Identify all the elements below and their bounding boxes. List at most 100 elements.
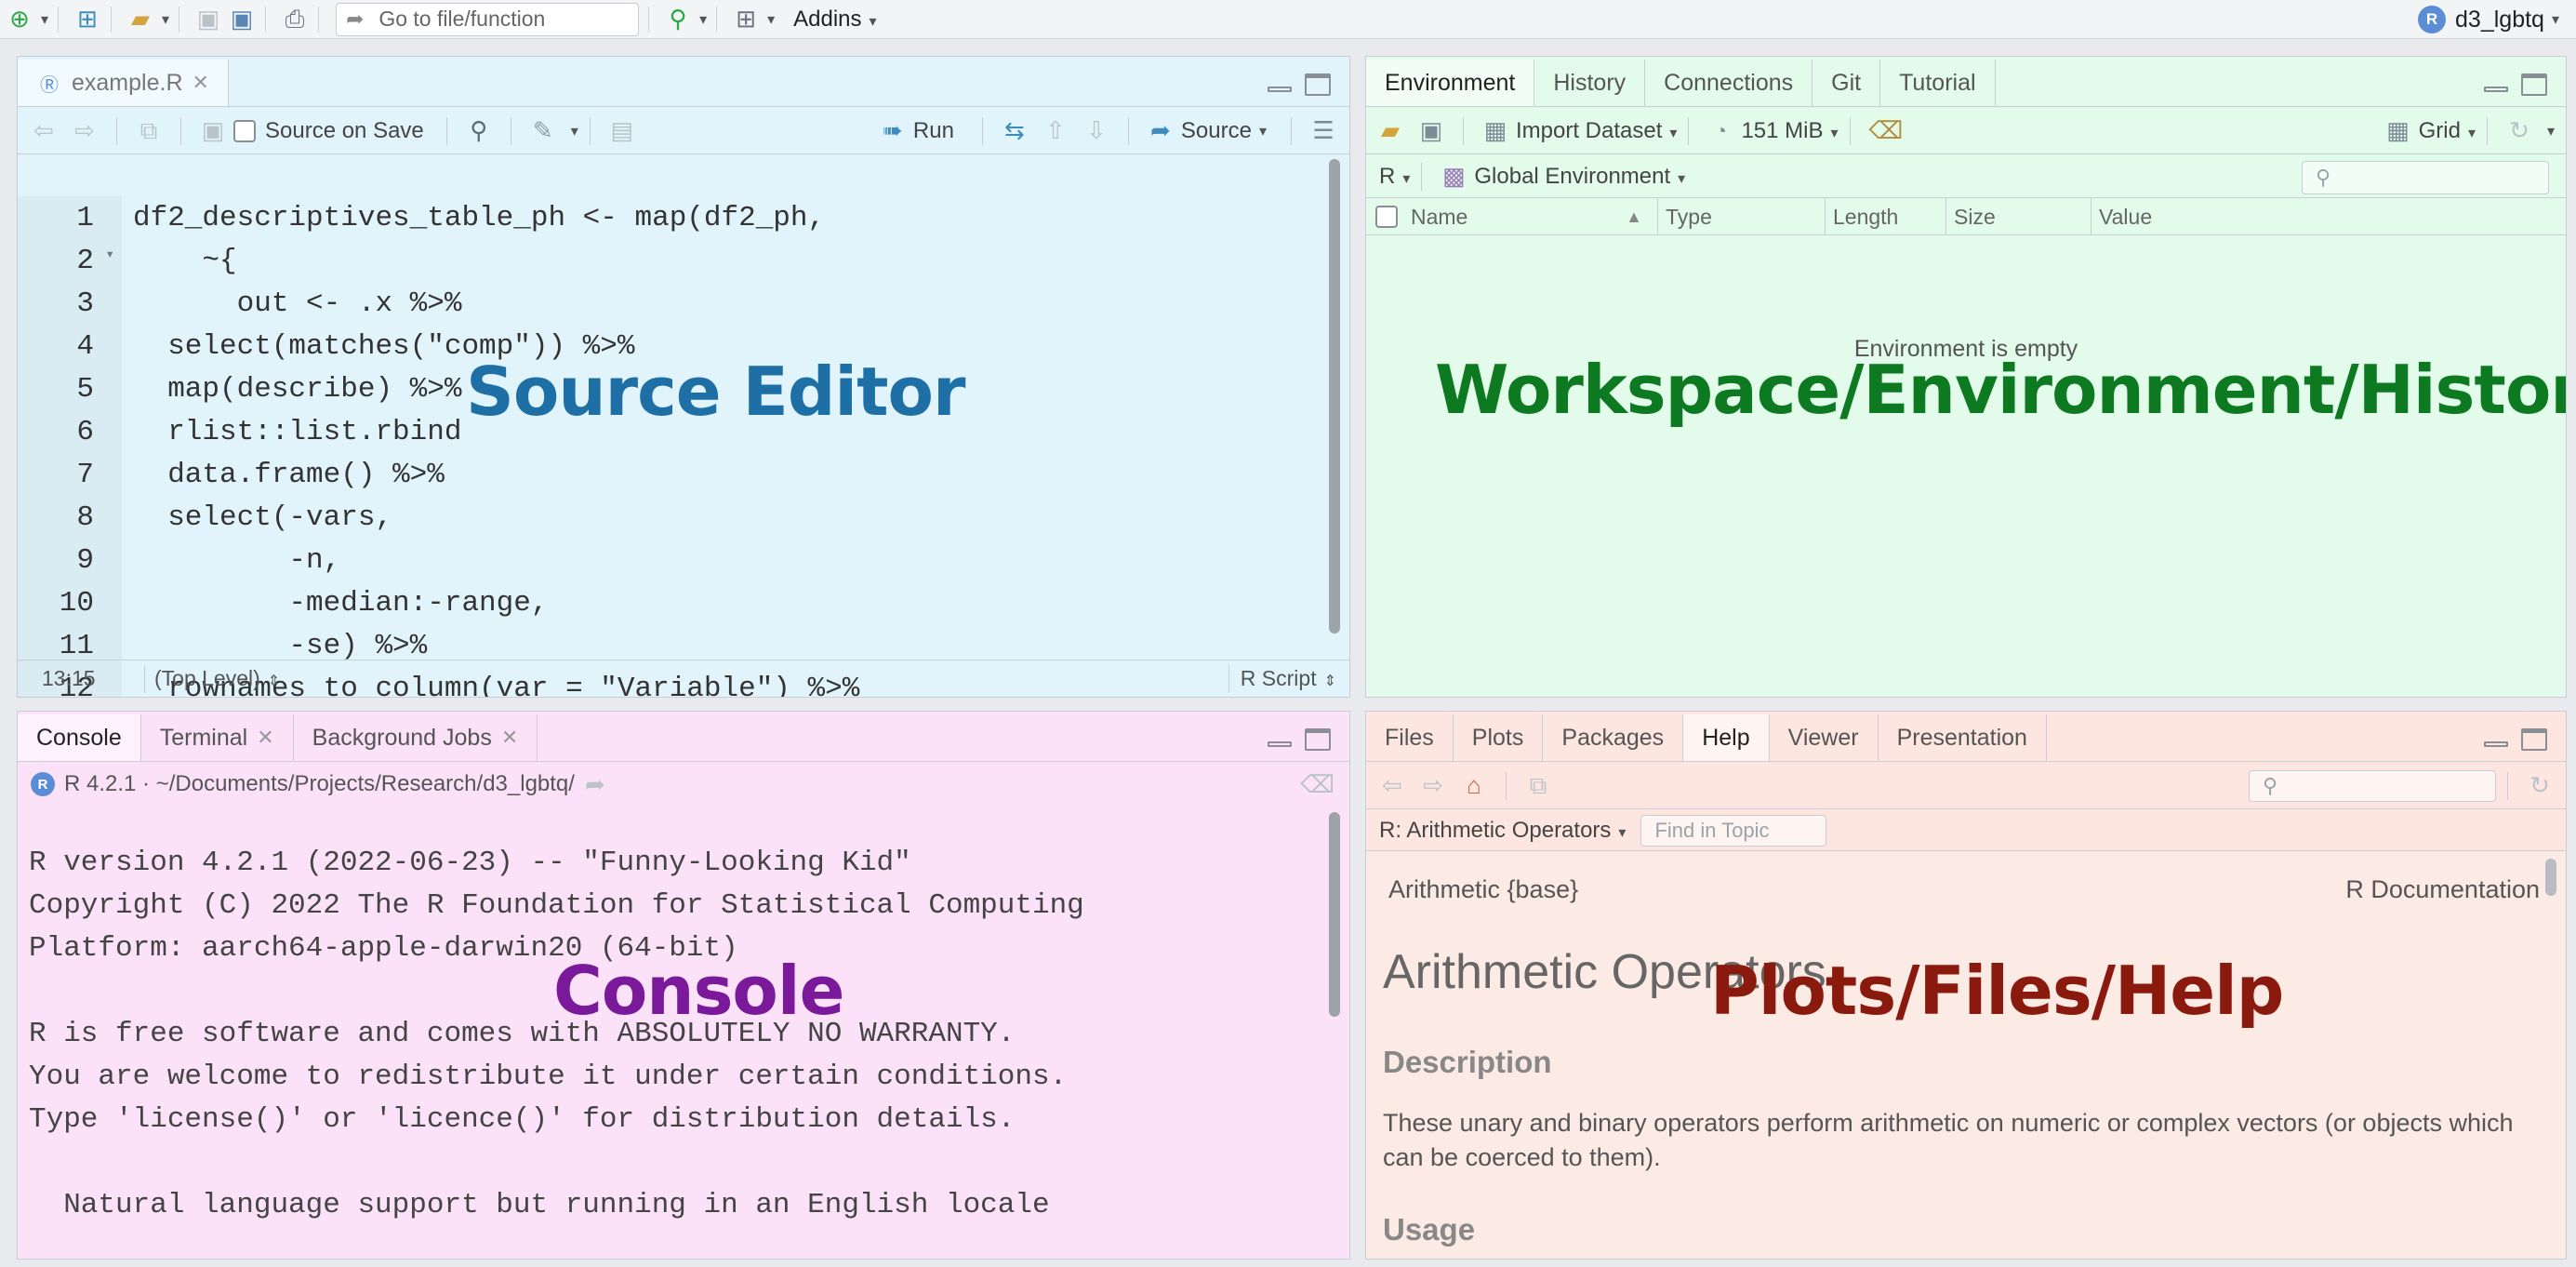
code-line[interactable]: 8 select(-vars, — [18, 496, 392, 539]
tab-tutorial[interactable]: Tutorial — [1880, 60, 1996, 106]
tab-files[interactable]: Files — [1366, 714, 1454, 761]
go-to-directory-icon[interactable]: ➦ — [582, 769, 608, 799]
tab-background-jobs[interactable]: Background Jobs ✕ — [294, 714, 538, 761]
run-button[interactable]: Run — [913, 118, 954, 144]
code-line[interactable]: 1 df2_descriptives_table_ph <- map(df2_ph… — [18, 196, 825, 239]
tab-environment[interactable]: Environment — [1366, 60, 1535, 106]
language-selector[interactable]: R ▾ — [1379, 164, 1410, 190]
minimize-icon[interactable] — [1268, 741, 1292, 747]
minimize-icon[interactable] — [2484, 87, 2508, 92]
open-file-icon[interactable]: ▰ — [126, 3, 154, 36]
code-line[interactable]: 7 data.frame() %>% — [18, 453, 444, 496]
show-in-window-icon[interactable]: ⧉ — [1525, 771, 1551, 801]
tab-git[interactable]: Git — [1812, 60, 1881, 106]
console-output[interactable]: R version 4.2.1 (2022-06-23) -- "Funny-L… — [29, 842, 1084, 1227]
close-tab-icon[interactable]: ✕ — [501, 726, 518, 750]
refresh-icon[interactable]: ↻ — [2527, 771, 2553, 801]
open-file-dropdown-icon[interactable]: ▾ — [162, 10, 169, 29]
fold-toggle-icon[interactable]: ▾ — [105, 245, 114, 263]
tab-help[interactable]: Help — [1683, 714, 1770, 761]
pane-layout-dropdown-icon[interactable]: ▾ — [767, 10, 775, 29]
file-type-selector[interactable]: R Script ⇕ — [1241, 666, 1336, 691]
tab-presentation[interactable]: Presentation — [1879, 714, 2047, 761]
save-workspace-icon[interactable]: ▣ — [1418, 116, 1444, 146]
memory-usage[interactable]: 151 MiB ▾ — [1741, 118, 1838, 144]
scope-selector[interactable]: (Top Level) ⇕ — [154, 666, 280, 691]
help-scrollbar[interactable] — [2545, 859, 2556, 896]
tab-terminal[interactable]: Terminal ✕ — [141, 714, 294, 761]
help-search-input[interactable]: ⚲ — [2249, 769, 2496, 802]
version-control-dropdown-icon[interactable]: ▾ — [699, 10, 707, 29]
environment-scope-selector[interactable]: Global Environment ▾ — [1474, 164, 1685, 190]
document-outline-icon[interactable]: ☰ — [1310, 116, 1336, 146]
save-all-icon[interactable]: ▣ — [228, 3, 256, 36]
clear-workspace-broom-icon[interactable]: ⌫ — [1869, 116, 1904, 146]
code-line[interactable]: 10 -median:-range, — [18, 581, 549, 624]
tab-history[interactable]: History — [1534, 60, 1646, 106]
column-size[interactable]: Size — [1946, 198, 2091, 235]
column-name[interactable]: Name ▲ — [1403, 198, 1658, 235]
source-scrollbar[interactable] — [1329, 159, 1340, 634]
source-button[interactable]: Source — [1181, 118, 1252, 144]
minimize-icon[interactable] — [1268, 87, 1292, 92]
refresh-icon[interactable]: ↻ — [2506, 116, 2532, 146]
environment-search-input[interactable]: ⚲ — [2302, 161, 2549, 194]
addins-menu[interactable]: Addins ▾ — [793, 7, 876, 33]
new-project-icon[interactable]: ⊞ — [73, 3, 101, 36]
import-dataset-button[interactable]: Import Dataset ▾ — [1516, 118, 1677, 144]
code-tools-wand-icon[interactable]: ✎ — [530, 116, 556, 146]
home-icon[interactable]: ⌂ — [1461, 771, 1487, 801]
code-line[interactable]: 3 out <- .x %>% — [18, 282, 461, 325]
tab-connections[interactable]: Connections — [1645, 60, 1813, 106]
maximize-icon[interactable] — [2521, 728, 2547, 751]
save-file-icon[interactable]: ▣ — [200, 116, 226, 146]
new-file-dropdown-icon[interactable]: ▾ — [41, 10, 48, 29]
close-tab-icon[interactable]: ✕ — [193, 71, 209, 95]
code-editor[interactable]: 1 df2_descriptives_table_ph <- map(df2_ph… — [18, 196, 1333, 698]
tab-packages[interactable]: Packages — [1543, 714, 1684, 761]
column-length[interactable]: Length — [1826, 198, 1946, 235]
console-scrollbar[interactable] — [1329, 812, 1340, 1017]
forward-icon[interactable]: ⇨ — [72, 116, 98, 146]
maximize-icon[interactable] — [2521, 73, 2547, 96]
tab-example-r[interactable]: Ⓡ example.R ✕ — [18, 60, 229, 106]
source-on-save-checkbox[interactable] — [233, 119, 256, 142]
close-tab-icon[interactable]: ✕ — [257, 726, 273, 750]
code-line[interactable]: 5 map(describe) %>% — [18, 367, 461, 410]
clear-console-broom-icon[interactable]: ⌫ — [1300, 769, 1334, 799]
go-to-file-function-input[interactable]: ➦ Go to file/function — [336, 2, 640, 36]
save-icon[interactable]: ▣ — [194, 3, 222, 36]
minimize-icon[interactable] — [2484, 741, 2508, 747]
code-line[interactable]: 6 rlist::list.rbind — [18, 410, 461, 453]
code-line[interactable]: 2 ▾ ~{ — [18, 239, 236, 282]
go-down-icon[interactable]: ⇩ — [1083, 116, 1109, 146]
project-menu[interactable]: R d3_lgbtq ▾ — [2418, 2, 2559, 37]
tab-console[interactable]: Console — [18, 714, 141, 761]
column-type[interactable]: Type — [1658, 198, 1826, 235]
code-text: rlist::list.rbind — [133, 415, 462, 448]
load-workspace-icon[interactable]: ▰ — [1377, 116, 1403, 146]
forward-icon[interactable]: ⇨ — [1420, 771, 1446, 801]
rerun-icon[interactable]: ⇆ — [1002, 116, 1028, 146]
help-topic-selector[interactable]: R: Arithmetic Operators ▾ — [1379, 818, 1626, 844]
column-value[interactable]: Value — [2091, 198, 2370, 235]
version-control-icon[interactable]: ⚲ — [664, 3, 692, 36]
back-icon[interactable]: ⇦ — [31, 116, 57, 146]
compile-report-icon[interactable]: ▤ — [609, 116, 635, 146]
maximize-icon[interactable] — [1305, 73, 1331, 96]
view-mode-selector[interactable]: Grid ▾ — [2419, 118, 2476, 144]
tab-viewer[interactable]: Viewer — [1770, 714, 1879, 761]
pane-layout-icon[interactable]: ⊞ — [732, 3, 760, 36]
find-in-topic-input[interactable]: Find in Topic — [1640, 814, 1827, 847]
help-window-controls — [2484, 728, 2547, 751]
find-replace-icon[interactable]: ⚲ — [466, 116, 492, 146]
maximize-icon[interactable] — [1305, 728, 1331, 751]
back-icon[interactable]: ⇦ — [1379, 771, 1405, 801]
select-all-checkbox[interactable] — [1375, 206, 1398, 228]
go-up-icon[interactable]: ⇧ — [1042, 116, 1069, 146]
show-in-window-icon[interactable]: ⧉ — [136, 116, 162, 146]
new-file-icon[interactable]: ⊕ — [6, 3, 33, 36]
code-line[interactable]: 9 -n, — [18, 539, 340, 581]
tab-plots[interactable]: Plots — [1454, 714, 1544, 761]
print-icon[interactable]: ⎙ — [281, 3, 309, 36]
